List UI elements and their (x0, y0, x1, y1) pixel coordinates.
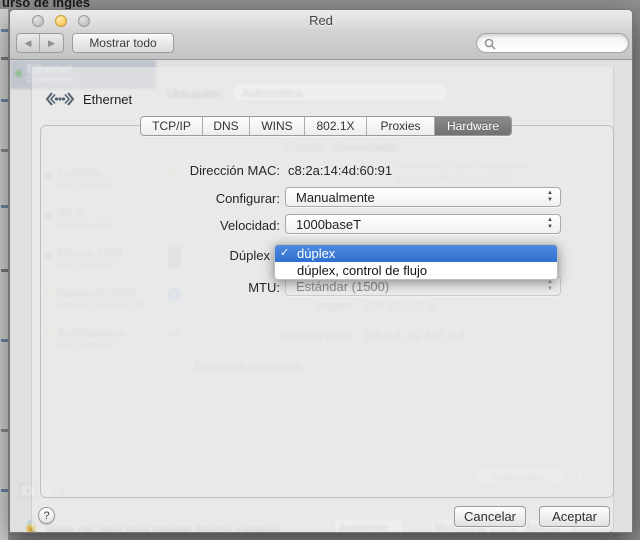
nav-back-forward[interactable]: ◀ ▶ (16, 33, 64, 53)
tab-dns[interactable]: DNS (203, 117, 250, 136)
configure-popup[interactable]: Manualmente ▲▼ (285, 187, 561, 207)
tab-bar: TCP/IP DNS WINS 802.1X Proxies Hardware (140, 116, 512, 136)
cancel-button[interactable]: Cancelar (454, 506, 526, 527)
speed-popup[interactable]: 1000baseT ▲▼ (285, 214, 561, 234)
configure-value: Manualmente (296, 190, 375, 205)
background-window-text: urso de Inglés (2, 0, 90, 9)
desktop-background-strip: urso de Inglés (0, 0, 640, 9)
mac-address-label: Dirección MAC: (100, 163, 280, 178)
popup-stepper-icon: ▲▼ (545, 190, 555, 204)
mac-address-value: c8:2a:14:4d:60:91 (288, 163, 392, 178)
tab-tcpip[interactable]: TCP/IP (141, 117, 203, 136)
tab-8021x[interactable]: 802.1X (305, 117, 367, 136)
search-input[interactable] (499, 35, 621, 51)
mtu-label: MTU: (100, 280, 280, 295)
menu-item-duplex[interactable]: ✓ dúplex (275, 245, 557, 262)
tab-hardware[interactable]: Hardware (435, 117, 511, 136)
desktop-left-strip (0, 9, 9, 540)
network-preferences-window: Red ◀ ▶ Mostrar todo Ubicación: Automáti… (9, 9, 633, 533)
forward-icon[interactable]: ▶ (40, 34, 63, 52)
window-content: Ubicación: Automática Ethernet Conectado… (10, 60, 632, 533)
duplex-label: Dúplex (90, 248, 270, 263)
popup-stepper-icon: ▲▼ (545, 279, 555, 293)
tab-wins[interactable]: WINS (250, 117, 305, 136)
speed-label: Velocidad: (100, 218, 280, 233)
tab-view-box (40, 125, 614, 498)
popup-stepper-icon: ▲▼ (545, 217, 555, 231)
search-icon (484, 38, 496, 50)
status-dot (15, 70, 22, 77)
accept-button[interactable]: Aceptar (539, 506, 610, 527)
configure-label: Configurar: (100, 191, 280, 206)
titlebar[interactable]: Red (10, 10, 632, 30)
show-all-button[interactable]: Mostrar todo (72, 33, 174, 53)
tab-proxies[interactable]: Proxies (367, 117, 435, 136)
window-title: Red (10, 13, 632, 28)
menu-item-duplex-flow-control[interactable]: dúplex, control de flujo (275, 262, 557, 279)
checkmark-icon: ✓ (280, 245, 289, 262)
mtu-value: Estándar (1500) (296, 279, 389, 294)
hardware-sheet: Ethernet TCP/IP DNS WINS 802.1X Proxies … (31, 67, 614, 533)
service-header: Ethernet (44, 87, 132, 111)
toolbar: ◀ ▶ Mostrar todo (10, 30, 632, 60)
service-name: Ethernet (83, 92, 132, 107)
duplex-dropdown-menu: ✓ dúplex dúplex, control de flujo (274, 244, 558, 280)
help-button[interactable]: ? (38, 507, 55, 524)
search-field[interactable] (476, 33, 629, 53)
back-icon[interactable]: ◀ (17, 34, 40, 52)
ethernet-icon (44, 89, 76, 109)
speed-value: 1000baseT (296, 217, 361, 232)
